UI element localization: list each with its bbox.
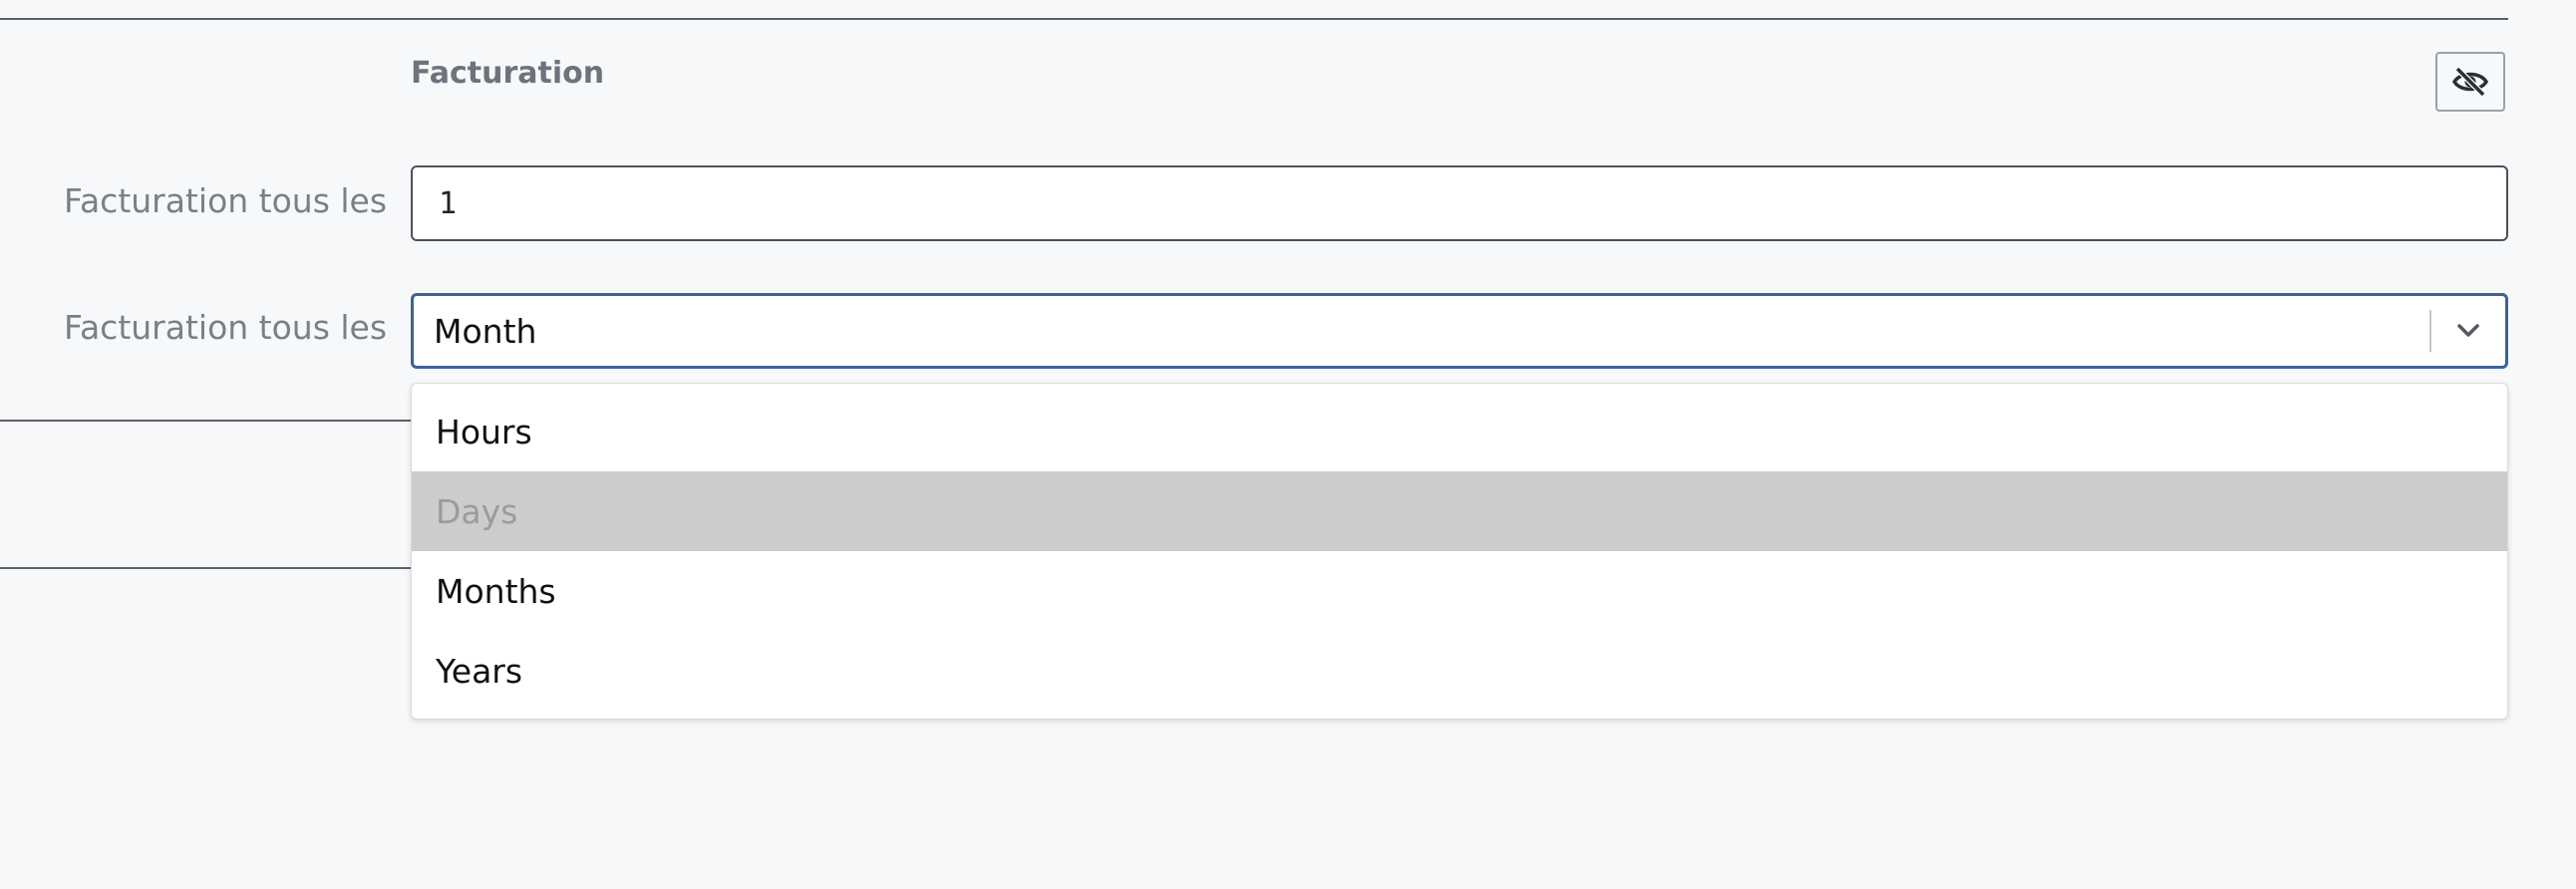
billing-unit-select[interactable]: Month (411, 293, 2508, 369)
dropdown-option-days[interactable]: Days (412, 471, 2507, 551)
dropdown-toggle[interactable] (2431, 296, 2505, 366)
section-title: Facturation (411, 56, 605, 91)
chevron-down-icon (2457, 324, 2479, 337)
dropdown-option-years[interactable]: Years (412, 631, 2507, 711)
billing-interval-label: Facturation tous les (64, 181, 388, 220)
billing-interval-input[interactable] (411, 165, 2508, 241)
top-divider (0, 18, 2508, 20)
divider-left-2 (0, 567, 411, 569)
toggle-visibility-button[interactable] (2435, 52, 2505, 112)
billing-unit-label: Facturation tous les (64, 308, 388, 347)
billing-unit-dropdown-menu: Hours Days Months Years (411, 383, 2508, 720)
select-selected-value: Month (434, 311, 537, 351)
eye-slash-icon (2451, 67, 2489, 97)
dropdown-option-months[interactable]: Months (412, 551, 2507, 631)
dropdown-option-hours[interactable]: Hours (412, 392, 2507, 471)
divider-left-1 (0, 420, 411, 422)
